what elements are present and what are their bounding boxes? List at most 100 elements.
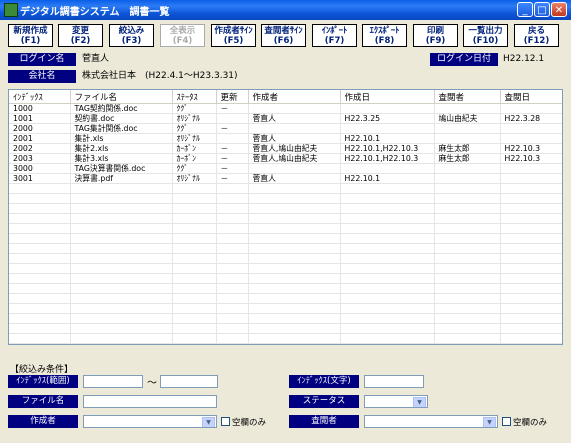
filter-section-title: 【絞込み条件】 — [10, 365, 74, 375]
button-key: (F4) — [172, 36, 193, 46]
table-header-row: ｲﾝﾃﾞｯｸｽ ファイル名 ｽﾃｰﾀｽ 更新 作成者 作成日 査閲者 査閲日 — [9, 90, 562, 104]
cell-creator: 菅直人 — [248, 173, 341, 184]
empty-cell — [172, 303, 217, 314]
file-list-grid[interactable]: ｲﾝﾃﾞｯｸｽ ファイル名 ｽﾃｰﾀｽ 更新 作成者 作成日 査閲者 査閲日 1… — [8, 89, 563, 345]
show-all-button[interactable]: 全表示 (F4) — [160, 24, 205, 47]
reviewer-sign-button[interactable]: 査閲者ｻｲﾝ (F6) — [261, 24, 306, 47]
column-header-filename[interactable]: ファイル名 — [70, 90, 173, 104]
maximize-button[interactable]: □ — [534, 2, 550, 17]
table-row[interactable]: 2001 集計.xls ｵﾘｼﾞﾅﾙ 菅直人 H22.10.1 — [9, 133, 562, 144]
cell-update: － — [216, 163, 249, 174]
table-row[interactable]: 1000 TAG契約関係.doc ｸｸﾞ－ — [9, 103, 562, 114]
empty-cell — [172, 183, 217, 194]
edit-button[interactable]: 変更 (F2) — [58, 24, 103, 47]
cell-index: 1000 — [9, 103, 71, 114]
table-row[interactable]: 3001 決算書.pdf ｵﾘｼﾞﾅﾙ－菅直人 H22.10.1 — [9, 173, 562, 184]
close-button[interactable]: ✕ — [551, 2, 567, 17]
reviewer-select[interactable]: ▼ — [364, 415, 498, 428]
table-row[interactable]: 1001 契約書.doc ｵﾘｼﾞﾅﾙ 菅直人 H22.3.25 鳩山由紀夫 H22.3.2… — [9, 113, 562, 124]
cell-status: ｵﾘｼﾞﾅﾙ — [172, 133, 217, 144]
empty-cell — [70, 273, 173, 284]
table-row[interactable]: 3000 TAG決算書関係.doc ｸｸﾞ－ — [9, 163, 562, 174]
button-key: (F12) — [523, 36, 550, 46]
column-header-status[interactable]: ｽﾃｰﾀｽ — [172, 90, 217, 104]
empty-cell — [434, 213, 501, 224]
cell-created-date — [340, 103, 435, 114]
empty-cell — [216, 273, 249, 284]
button-key: (F9) — [425, 36, 446, 46]
creator-blank-only-label[interactable]: 空欄のみ — [232, 416, 266, 428]
column-header-review-date[interactable]: 査閲日 — [500, 90, 562, 104]
column-header-index[interactable]: ｲﾝﾃﾞｯｸｽ — [9, 90, 71, 104]
cell-status: ｸｸﾞ — [172, 123, 217, 134]
empty-row — [9, 183, 562, 194]
cell-created-date: H22.10.1,H22.10.3 — [340, 153, 435, 164]
title-bar: デジタル調書システム 調書一覧 _ □ ✕ — [0, 0, 571, 20]
empty-cell — [9, 183, 71, 194]
new-button[interactable]: 新規作成 (F1) — [8, 24, 53, 47]
back-button[interactable]: 戻る (F12) — [514, 24, 559, 47]
cell-reviewer — [434, 173, 501, 184]
chevron-down-icon[interactable]: ▼ — [413, 397, 426, 407]
table-row[interactable]: 2003 集計3.xls ｶｰﾎﾞﾝ－菅直人,鳩山由紀夫 H22.10.1,H22.1… — [9, 153, 562, 164]
reviewer-blank-only-label[interactable]: 空欄のみ — [513, 416, 547, 428]
creator-select[interactable]: ▼ — [83, 415, 217, 428]
cell-filename: 決算書.pdf — [70, 173, 173, 184]
empty-cell — [9, 273, 71, 284]
export-button[interactable]: ｴｸｽﾎﾟｰﾄ (F8) — [362, 24, 407, 47]
cell-review-date — [500, 123, 562, 134]
status-select[interactable]: ▼ — [364, 395, 428, 408]
empty-row — [9, 193, 562, 204]
import-button[interactable]: ｲﾝﾎﾟｰﾄ (F7) — [312, 24, 357, 47]
reviewer-blank-only-checkbox[interactable] — [502, 417, 511, 426]
login-name-value: 菅直人 — [82, 54, 110, 64]
minimize-button[interactable]: _ — [517, 2, 533, 17]
cell-update — [216, 133, 249, 144]
empty-cell — [434, 233, 501, 244]
column-header-update[interactable]: 更新 — [216, 90, 249, 104]
creator-sign-button[interactable]: 作成者ｻｲﾝ (F5) — [211, 24, 256, 47]
empty-cell — [216, 253, 249, 264]
empty-cell — [70, 323, 173, 334]
cell-review-date — [500, 173, 562, 184]
button-label: 作成者ｻｲﾝ — [214, 26, 253, 36]
empty-cell — [70, 193, 173, 204]
button-label: 変更 — [71, 26, 89, 36]
empty-cell — [216, 323, 249, 334]
column-header-creator[interactable]: 作成者 — [248, 90, 341, 104]
column-header-created-date[interactable]: 作成日 — [340, 90, 435, 104]
filename-input[interactable] — [83, 395, 217, 408]
cell-reviewer: 麻生太郎 — [434, 143, 501, 154]
empty-cell — [434, 333, 501, 344]
chevron-down-icon[interactable]: ▼ — [202, 417, 215, 427]
empty-cell — [70, 203, 173, 214]
table-row[interactable]: 2002 集計2.xls ｶｰﾎﾞﾝ－菅直人,鳩山由紀夫 H22.10.1,H22.1… — [9, 143, 562, 154]
column-header-reviewer[interactable]: 査閲者 — [434, 90, 501, 104]
print-button[interactable]: 印刷 (F9) — [413, 24, 458, 47]
index-text-input[interactable] — [364, 375, 424, 388]
empty-cell — [216, 233, 249, 244]
empty-cell — [340, 283, 435, 294]
chevron-down-icon[interactable]: ▼ — [483, 417, 496, 427]
button-label: 戻る — [527, 26, 545, 36]
filename-label: ファイル名 — [8, 395, 78, 408]
empty-cell — [248, 183, 341, 194]
empty-cell — [434, 223, 501, 234]
empty-cell — [340, 183, 435, 194]
empty-cell — [340, 243, 435, 254]
index-from-input[interactable] — [83, 375, 143, 388]
empty-cell — [216, 333, 249, 344]
list-output-button[interactable]: 一覧出力 (F10) — [463, 24, 508, 47]
cell-review-date — [500, 133, 562, 144]
empty-cell — [500, 193, 562, 204]
cell-index: 3001 — [9, 173, 71, 184]
creator-blank-only-checkbox[interactable] — [221, 417, 230, 426]
index-to-input[interactable] — [160, 375, 218, 388]
cell-status: ｵﾘｼﾞﾅﾙ — [172, 113, 217, 124]
table-row[interactable]: 2000 TAG集計関係.doc ｸｸﾞ－ — [9, 123, 562, 134]
empty-cell — [172, 333, 217, 344]
empty-cell — [248, 283, 341, 294]
filter-button[interactable]: 絞込み (F3) — [109, 24, 154, 47]
empty-cell — [9, 223, 71, 234]
empty-cell — [216, 213, 249, 224]
